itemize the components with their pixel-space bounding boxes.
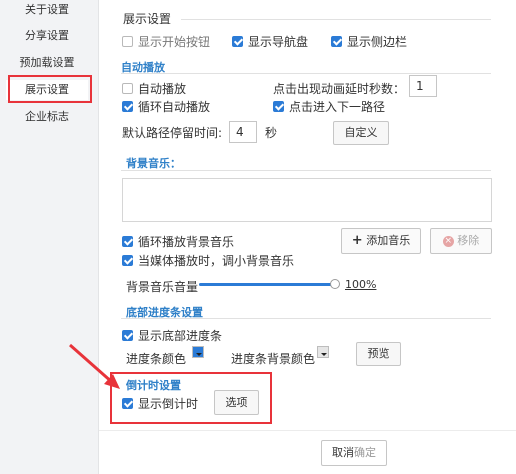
- music-list-box[interactable]: [122, 178, 492, 222]
- countdown-options-button[interactable]: 选项: [214, 390, 259, 415]
- label-loop-music: 循环播放背景音乐: [138, 235, 235, 249]
- section-title-display: 展示设置: [123, 12, 172, 26]
- sidebar-item-preload[interactable]: 预加载设置: [6, 53, 88, 73]
- label-progress-color: 进度条颜色: [126, 352, 187, 366]
- remove-circle-icon: ×: [442, 235, 454, 247]
- checkbox-show-countdown[interactable]: [122, 398, 133, 409]
- settings-sidebar: 关于设置 分享设置 预加载设置 展示设置 企业标志: [0, 0, 99, 474]
- checkbox-show-progress[interactable]: [122, 330, 133, 341]
- label-duck-music: 当媒体播放时，调小背景音乐: [138, 254, 295, 268]
- section-title-music: 背景音乐：: [126, 157, 181, 170]
- footer-buttons: 取消确定: [321, 440, 387, 466]
- remove-music-label: 移除: [457, 234, 480, 247]
- label-show-sidebar: 显示侧边栏: [347, 35, 408, 49]
- label-show-start-button: 显示开始按钮: [138, 35, 211, 49]
- label-dwell-unit: 秒: [265, 126, 278, 140]
- add-music-button[interactable]: + 添加音乐: [341, 228, 421, 254]
- dwell-time-input[interactable]: 4: [229, 121, 257, 143]
- add-music-label: 添加音乐: [366, 234, 411, 247]
- volume-slider-handle[interactable]: [330, 279, 340, 289]
- label-progress-bg-color: 进度条背景颜色: [231, 352, 316, 366]
- label-next-path: 点击进入下一路径: [289, 100, 386, 114]
- volume-value: 100%: [345, 278, 377, 291]
- section-title-countdown: 倒计时设置: [126, 379, 181, 392]
- checkbox-show-start-button[interactable]: [122, 36, 133, 47]
- label-animation-delay: 点击出现动画延时秒数：: [273, 82, 406, 96]
- divider: [121, 318, 491, 319]
- checkbox-next-path[interactable]: [273, 101, 284, 112]
- checkbox-loop-autoplay[interactable]: [122, 101, 133, 112]
- checkbox-loop-music[interactable]: [122, 236, 133, 247]
- checkbox-duck-music[interactable]: [122, 255, 133, 266]
- custom-button[interactable]: 自定义: [333, 121, 389, 145]
- divider: [121, 73, 491, 74]
- sidebar-item-about[interactable]: 关于设置: [6, 0, 88, 20]
- sidebar-item-logo[interactable]: 企业标志: [6, 107, 88, 127]
- checkbox-autoplay[interactable]: [122, 83, 133, 94]
- divider: [121, 170, 491, 171]
- plus-icon: +: [351, 233, 363, 248]
- label-loop-autoplay: 循环自动播放: [138, 100, 211, 114]
- progress-bg-color-picker[interactable]: [317, 346, 329, 358]
- label-show-navigation: 显示导航盘: [248, 35, 309, 49]
- sidebar-item-share[interactable]: 分享设置: [6, 26, 88, 46]
- label-show-progress: 显示底部进度条: [138, 329, 223, 343]
- confirm-button[interactable]: 确定: [354, 446, 376, 459]
- divider: [181, 19, 491, 20]
- cancel-button[interactable]: 取消: [332, 446, 354, 459]
- progress-color-picker[interactable]: [192, 346, 204, 358]
- settings-panel: 展示设置 显示开始按钮 显示导航盘 显示侧边栏 自动播放 自动播放 点击出现动画…: [99, 0, 516, 474]
- footer-divider: [99, 430, 516, 431]
- checkbox-show-navigation[interactable]: [232, 36, 243, 47]
- label-music-volume: 背景音乐音量: [126, 280, 199, 294]
- label-show-countdown: 显示倒计时: [138, 397, 199, 411]
- checkbox-show-sidebar[interactable]: [331, 36, 342, 47]
- volume-slider-track[interactable]: [199, 279, 340, 289]
- volume-slider-fill: [199, 283, 335, 286]
- remove-music-button[interactable]: × 移除: [430, 228, 492, 254]
- animation-delay-input[interactable]: 1: [409, 75, 437, 97]
- preview-button[interactable]: 预览: [356, 342, 401, 366]
- sidebar-item-display[interactable]: 展示设置: [6, 80, 88, 100]
- label-dwell-time: 默认路径停留时间:: [122, 126, 223, 140]
- label-autoplay: 自动播放: [138, 82, 187, 96]
